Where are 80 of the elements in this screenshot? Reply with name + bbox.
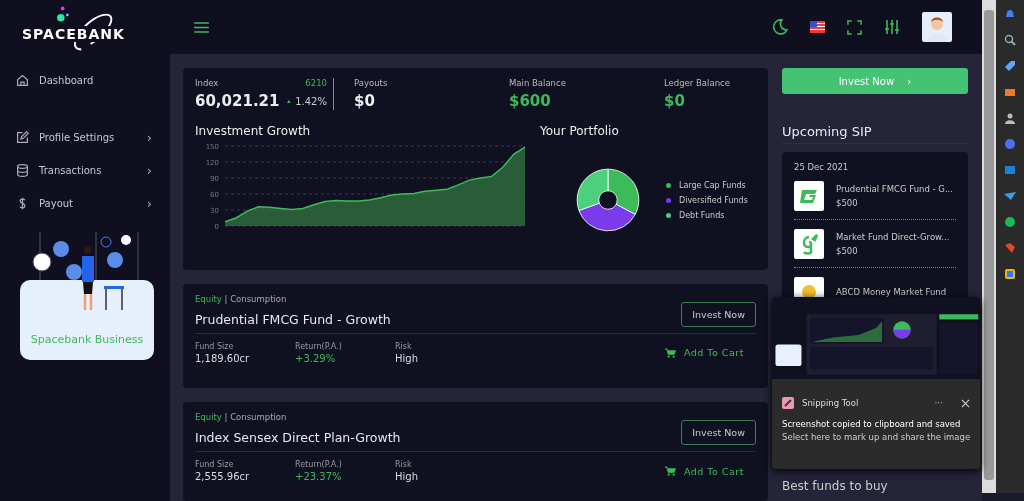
edit-icon	[16, 131, 29, 144]
stat-value: $0	[664, 92, 686, 110]
section-title: Best funds to buy	[781, 478, 889, 493]
notification-toast[interactable]: Snipping Tool ··· Screenshot copied to clipboard and saved Select here to mark up and share the image	[772, 297, 980, 469]
scrollbar[interactable]	[982, 0, 996, 493]
fullscreen-icon[interactable]	[847, 19, 862, 35]
legend-label: Large Cap Funds	[679, 180, 746, 190]
metric-label: Risk	[395, 341, 413, 351]
sip-date: 25 Dec 2021	[793, 162, 850, 172]
spacebank-logo: SPACEBANK	[16, 4, 160, 56]
metric-label: Return(P.A.)	[295, 341, 343, 351]
snipping-tool-icon	[782, 397, 794, 409]
index-points: 6210	[305, 78, 327, 88]
sip-amount: $500	[835, 198, 859, 208]
metric-label: Risk	[395, 460, 413, 470]
sidebar-item[interactable]: Transactions	[39, 165, 137, 176]
index-value: 60,021.21	[195, 92, 280, 110]
home-icon	[16, 74, 29, 87]
stat-label: Ledger Balance	[664, 78, 731, 88]
stat-label: Main Balance	[509, 78, 567, 88]
notification-body: Select here to mark up and share the image	[781, 431, 972, 442]
sidebar-item[interactable]: Profile Settings	[39, 132, 137, 143]
flag-icon[interactable]	[810, 21, 825, 33]
metric-label: Fund Size	[195, 460, 235, 470]
fund-logo-icon	[793, 181, 824, 211]
sip-fund-name: Prudential FMCG Fund - G...	[835, 184, 953, 194]
bell-icon[interactable]	[1004, 8, 1016, 20]
section-title: Upcoming SIP	[781, 124, 968, 144]
up-triangle-icon	[287, 98, 292, 104]
add-to-cart-button[interactable]: Add To Cart	[664, 347, 756, 359]
metric-value: +23.37%	[295, 471, 343, 483]
close-icon[interactable]	[961, 398, 970, 408]
fund-category: Equity | Consumption	[195, 293, 288, 304]
fund-name: Index Sensex Direct Plan-Growth	[195, 430, 401, 446]
metric-value: +3.29%	[295, 352, 337, 364]
invest-button[interactable]: Invest Now	[681, 420, 756, 446]
metric-value: 1,189.60cr	[195, 352, 251, 364]
app-icon[interactable]	[1004, 268, 1016, 280]
chevron[interactable]: ›	[146, 163, 152, 178]
tag-icon[interactable]	[1004, 60, 1016, 72]
moon-icon[interactable]	[772, 19, 788, 35]
chart-title: Your Portfolio	[540, 124, 620, 138]
stat-label: Payouts	[354, 78, 389, 88]
more-options-button[interactable]: ···	[934, 398, 943, 408]
chevron[interactable]: ›	[146, 130, 152, 145]
database-icon	[16, 164, 29, 177]
fund-logo-icon	[793, 229, 824, 259]
metric-value: 2,555.96cr	[195, 471, 251, 483]
stat-label: Index	[195, 78, 219, 88]
metric-label: Return(P.A.)	[295, 460, 343, 470]
send-icon[interactable]	[1004, 190, 1016, 202]
legend-label: Diversified Funds	[679, 195, 748, 205]
cart-icon	[664, 466, 676, 477]
person-icon[interactable]	[1004, 112, 1016, 124]
cart-icon	[664, 347, 676, 358]
chevron[interactable]: ›	[146, 196, 152, 211]
stat-value: $0	[354, 92, 376, 110]
sidebar-item[interactable]: Payout	[39, 198, 137, 209]
notification-title: Screenshot copied to clipboard and saved	[781, 418, 962, 429]
menu-icon[interactable]	[194, 21, 209, 33]
invest-button[interactable]: Invest Now	[681, 301, 756, 327]
avatar-icon[interactable]	[922, 12, 952, 42]
metric-value: High	[395, 471, 419, 483]
metric-value: High	[395, 352, 419, 364]
fund-category: Equity | Consumption	[195, 412, 288, 423]
search-icon[interactable]	[1004, 34, 1016, 46]
legend-label: Debt Funds	[679, 210, 725, 220]
stat-value: $600	[509, 92, 552, 110]
sidebar-item[interactable]: Dashboard	[39, 75, 152, 86]
sip-amount: $500	[835, 246, 859, 256]
sip-fund-name: ABCD Money Market Fund	[835, 287, 947, 297]
index-change: 1.42%	[295, 95, 327, 107]
app-name: Snipping Tool	[802, 398, 860, 408]
sip-fund-name: Market Fund Direct-Grow...	[835, 232, 950, 242]
fund-name: Prudential FMCG Fund - Growth	[195, 311, 391, 327]
circle-icon[interactable]	[1004, 138, 1016, 150]
settings-sliders-icon[interactable]	[884, 19, 900, 35]
metric-label: Fund Size	[195, 341, 235, 351]
chart-title: Investment Growth	[195, 124, 312, 138]
add-to-cart-button[interactable]: Add To Cart	[664, 465, 756, 477]
